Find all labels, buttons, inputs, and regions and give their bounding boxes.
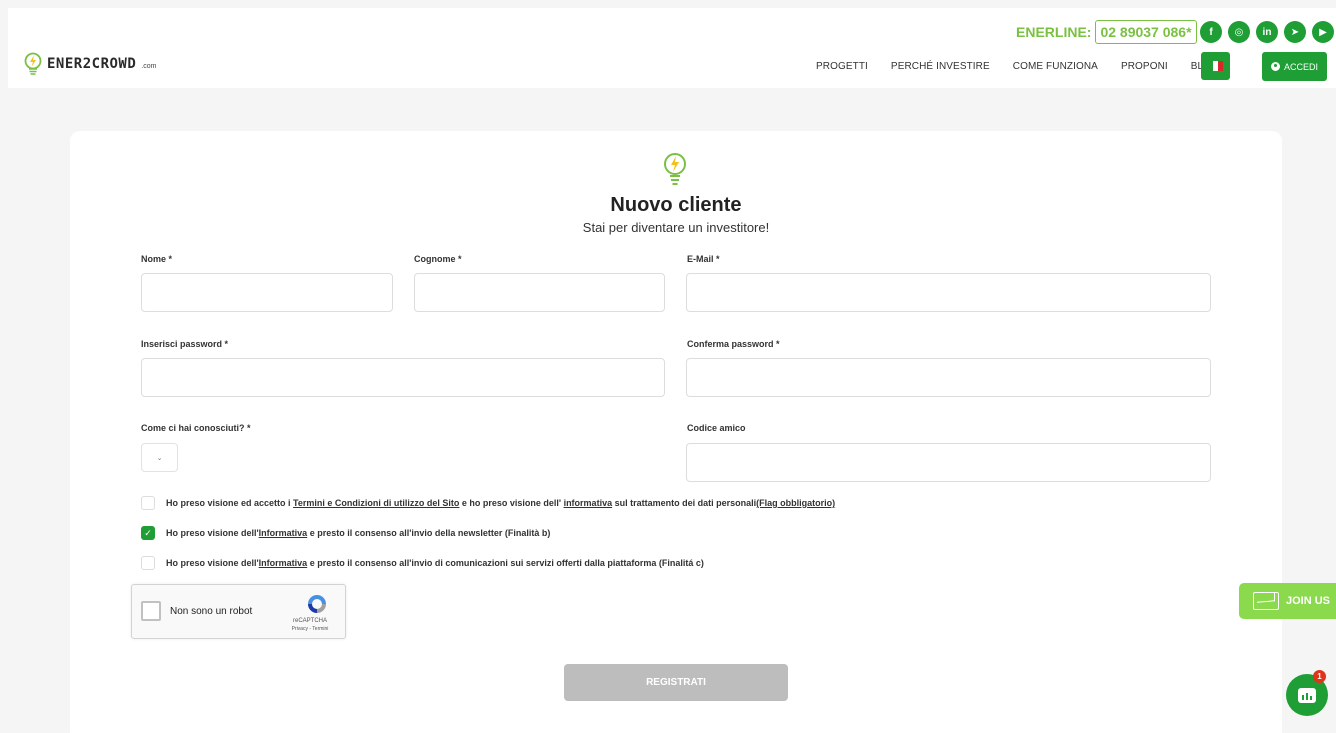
consent-communications-checkbox[interactable]: [141, 556, 155, 570]
source-select[interactable]: ⌄: [141, 443, 178, 472]
enerline-phone-link[interactable]: 02 89037 086*: [1095, 20, 1197, 44]
recaptcha-label: Non sono un robot: [170, 606, 253, 617]
lightbulb-logo-icon: [24, 52, 42, 75]
social-links: f ◎ in ➤ ▶: [1200, 21, 1334, 43]
nav-item-proponi[interactable]: PROPONI: [1121, 61, 1168, 72]
cognome-input[interactable]: [414, 273, 665, 312]
italian-flag-icon: [1208, 61, 1223, 71]
confirm-password-input[interactable]: [686, 358, 1211, 397]
consent-communications-text-end: e presto il consenso all'invio di comuni…: [307, 558, 704, 568]
site-logo[interactable]: ENER2CROWD .com: [23, 52, 156, 76]
register-button[interactable]: REGISTRATI: [564, 664, 788, 701]
chat-icon: [1298, 687, 1316, 703]
lightbulb-logo-icon: [664, 153, 686, 185]
logo-suffix: .com: [141, 63, 157, 70]
consent-terms-checkbox[interactable]: [141, 496, 155, 510]
consent-communications-text-start: Ho preso visione dell': [166, 558, 259, 568]
linkedin-icon[interactable]: in: [1256, 21, 1278, 43]
instagram-icon[interactable]: ◎: [1228, 21, 1250, 43]
nav-item-come-funziona[interactable]: COME FUNZIONA: [1013, 61, 1098, 72]
consent-newsletter-text: Ho preso visione dell'Informativa e pres…: [166, 528, 550, 538]
consent-terms-text-start: Ho preso visione ed accetto i: [166, 498, 294, 508]
site-header: ENER2CROWD .com ENERLINE: 02 89037 086* …: [8, 8, 1336, 88]
checkmark-icon: ✓: [144, 527, 152, 538]
recaptcha-terms-link[interactable]: Privacy - Termini: [280, 626, 340, 632]
nav-item-perche-investire[interactable]: PERCHÉ INVESTIRE: [891, 61, 990, 72]
nome-label: Nome *: [141, 254, 173, 264]
consent-terms-text: Ho preso visione ed accetto i Termini e …: [166, 498, 835, 508]
email-label: E-Mail *: [687, 254, 720, 264]
youtube-icon[interactable]: ▶: [1312, 21, 1334, 43]
chevron-down-icon: ⌄: [156, 454, 163, 462]
friend-code-input[interactable]: [686, 443, 1211, 482]
join-us-label: JOIN US: [1286, 595, 1331, 607]
consent-newsletter-text-start: Ho preso visione dell': [166, 528, 259, 538]
telegram-icon[interactable]: ➤: [1284, 21, 1306, 43]
source-label: Come ci hai conosciuti? *: [141, 423, 251, 433]
logo-text: ENER2CROWD: [47, 56, 137, 72]
consent-newsletter-row: ✓ Ho preso visione dell'Informativa e pr…: [141, 526, 550, 540]
registration-card: Nuovo cliente Stai per diventare un inve…: [70, 131, 1282, 733]
consent-terms-text-middle: e ho preso visione dell': [459, 498, 564, 508]
consent-communications-row: Ho preso visione dell'Informativa e pres…: [141, 556, 704, 570]
cognome-label: Cognome *: [414, 254, 462, 264]
user-circle-icon: [1270, 62, 1280, 71]
consent-newsletter-checkbox[interactable]: ✓: [141, 526, 155, 540]
mandatory-flag-link[interactable]: (Flag obbligatorio): [756, 498, 835, 508]
login-button[interactable]: ACCEDI: [1262, 52, 1327, 81]
chat-notification-badge: 1: [1313, 670, 1326, 683]
nav-item-progetti[interactable]: PROGETTI: [816, 61, 868, 72]
envelope-icon: [1253, 592, 1279, 610]
main-nav: PROGETTI PERCHÉ INVESTIRE COME FUNZIONA …: [816, 61, 1242, 72]
consent-terms-text-end: sul trattamento dei dati personali: [612, 498, 757, 508]
join-us-button[interactable]: JOIN US: [1239, 583, 1336, 619]
recaptcha-logo-icon: [308, 595, 326, 613]
recaptcha-widget: Non sono un robot reCAPTCHA Privacy - Te…: [131, 584, 346, 639]
language-button[interactable]: [1201, 52, 1230, 80]
facebook-icon[interactable]: f: [1200, 21, 1222, 43]
chat-button[interactable]: 1: [1286, 670, 1328, 716]
password-label: Inserisci password *: [141, 339, 229, 349]
login-label: ACCEDI: [1283, 61, 1318, 72]
page-title: Nuovo cliente: [610, 194, 742, 216]
terms-link[interactable]: Termini e Condizioni di utilizzo del Sit…: [293, 498, 459, 508]
enerline-contact: ENERLINE: 02 89037 086*: [1016, 20, 1197, 44]
recaptcha-checkbox[interactable]: [141, 601, 161, 621]
confirm-password-label: Conferma password *: [687, 339, 780, 349]
nome-input[interactable]: [141, 273, 393, 312]
password-input[interactable]: [141, 358, 665, 397]
recaptcha-brand: reCAPTCHA: [292, 618, 327, 624]
consent-newsletter-text-end: e presto il consenso all'invio della new…: [307, 528, 551, 538]
enerline-label: ENERLINE:: [1016, 24, 1092, 40]
friend-code-label: Codice amico: [687, 423, 746, 433]
page-subtitle: Stai per diventare un investitore!: [582, 220, 770, 235]
informativa-link[interactable]: Informativa: [259, 528, 308, 538]
email-input[interactable]: [686, 273, 1211, 312]
consent-communications-text: Ho preso visione dell'Informativa e pres…: [166, 558, 704, 568]
informativa-link[interactable]: Informativa: [259, 558, 308, 568]
privacy-policy-link[interactable]: informativa: [564, 498, 613, 508]
consent-terms-row: Ho preso visione ed accetto i Termini e …: [141, 496, 835, 510]
